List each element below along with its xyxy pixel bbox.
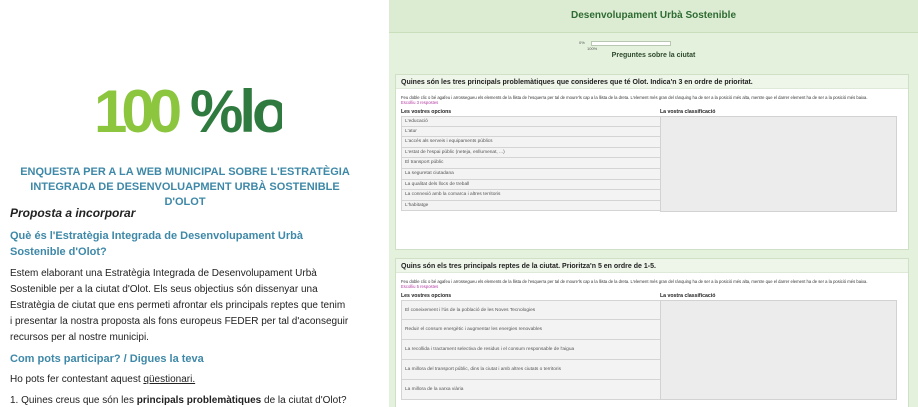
progress-percent-bottom: 100% bbox=[587, 46, 598, 51]
question-2-text: Quins són els tres principals reptes de … bbox=[396, 259, 908, 273]
section-title: Proposta a incorporar bbox=[10, 206, 136, 220]
ranking-column-header: La vostra classificació bbox=[660, 109, 716, 115]
question-2-pick-count: Escolliu 5 respostes bbox=[401, 284, 439, 289]
ranking-option[interactable]: La recollida i tractament selectiva de r… bbox=[401, 340, 663, 360]
ranking-option[interactable]: El transport públic bbox=[401, 158, 663, 169]
options-column-header: Les vostres opcions bbox=[401, 293, 452, 299]
question-1-text: Quines són les tres principals problemàt… bbox=[396, 75, 908, 89]
ranking-drop-area[interactable] bbox=[660, 300, 897, 400]
svg-text:%lot: %lot bbox=[190, 78, 282, 142]
participate-line: Ho pots fer contestant aquest qüestionar… bbox=[10, 374, 195, 385]
options-list: El coneixement i l'ús de la població de … bbox=[401, 300, 663, 400]
page-subtitle: Preguntes sobre la ciutat bbox=[611, 52, 696, 59]
progress-bar bbox=[591, 41, 671, 46]
question-1-pick-count: Escolliu 3 respostes bbox=[401, 100, 439, 105]
item1-bold: principals problemàtiques bbox=[136, 395, 262, 406]
ranking-option[interactable]: La seguretat ciutadana bbox=[401, 168, 663, 180]
item1-suffix: de la ciutat d'Olot? bbox=[261, 395, 347, 406]
survey-header: Desenvolupament Urbà Sostenible bbox=[389, 0, 918, 33]
participate-title: Com pots participar? / Digues la teva bbox=[10, 353, 204, 365]
ranking-option[interactable]: La connexió amb la comarca i altres terr… bbox=[401, 190, 663, 201]
ranking-option[interactable]: La millora del transport públic, dins la… bbox=[401, 360, 663, 380]
questionnaire-link[interactable]: qüestionari. bbox=[143, 374, 195, 385]
ranking-column-header: La vostra classificació bbox=[660, 293, 716, 299]
svg-text:100: 100 bbox=[94, 78, 180, 142]
item1-prefix: 1. Quines creus que són les bbox=[10, 395, 137, 406]
ranking-option[interactable]: La millora de la xarxa viària bbox=[401, 380, 663, 400]
municipal-web-page: 100 %lot ENQUESTA PER A LA WEB MUNICIPAL… bbox=[0, 0, 380, 407]
question-1-box: Quines són les tres principals problemàt… bbox=[395, 74, 909, 250]
options-column-header: Les vostres opcions bbox=[401, 109, 452, 115]
question-2-box: Quins són els tres principals reptes de … bbox=[395, 258, 909, 407]
survey-subtitle: ENQUESTA PER A LA WEB MUNICIPAL SOBRE L'… bbox=[20, 166, 350, 208]
body-paragraph: Estem elaborant una Estratègia Integrada… bbox=[10, 268, 349, 343]
ranking-option[interactable]: L'atur bbox=[401, 126, 663, 138]
ranking-option[interactable]: L'habitatge bbox=[401, 200, 663, 212]
options-list: L'educació L'atur L'accés als serveis i … bbox=[401, 116, 663, 212]
question-1-help: Feu doble clic o bé agafeu i arrossegueu… bbox=[401, 95, 868, 100]
ranking-option[interactable]: L'accés als serveis i equipaments públic… bbox=[401, 137, 663, 148]
ranking-option[interactable]: El coneixement i l'ús de la població de … bbox=[401, 300, 663, 320]
ranking-option[interactable]: L'educació bbox=[401, 116, 663, 127]
ranking-option[interactable]: La qualitat dels llocs de treball bbox=[401, 179, 663, 191]
participate-prefix: Ho pots fer contestant aquest bbox=[10, 374, 144, 385]
ranking-option[interactable]: L'estat de l'espai públic (neteja, enllu… bbox=[401, 147, 663, 159]
100-olot-logo: 100 %lot bbox=[94, 78, 282, 142]
ranking-option[interactable]: Reduir el consum energètic i augmentar l… bbox=[401, 320, 663, 340]
progress-percent-top: 0% bbox=[579, 40, 585, 45]
ranking-drop-area[interactable] bbox=[660, 116, 897, 212]
question-2-help: Feu doble clic o bé agafeu i arrossegueu… bbox=[401, 279, 868, 284]
question-title: Què és l'Estratègia Integrada de Desenvo… bbox=[10, 230, 303, 258]
survey-title: Desenvolupament Urbà Sostenible bbox=[570, 10, 737, 21]
question-item-1: 1. Quines creus que són les principals p… bbox=[10, 395, 347, 406]
survey-panel: Desenvolupament Urbà Sostenible 0% 100% … bbox=[389, 0, 918, 407]
